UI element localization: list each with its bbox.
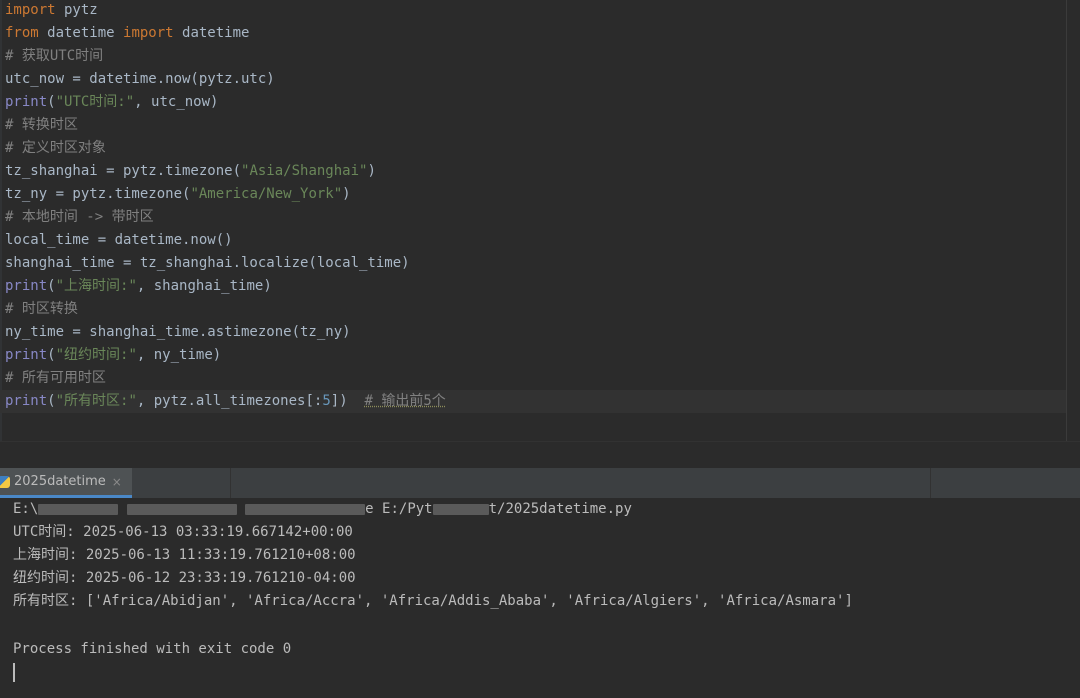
code-token: )	[367, 163, 376, 179]
code-token: print	[5, 94, 48, 110]
code-line[interactable]: # 时区转换	[5, 298, 1065, 321]
code-token: # 时区转换	[5, 301, 78, 317]
redacted-block	[245, 503, 366, 515]
code-token: "上海时间:"	[55, 278, 137, 294]
code-token: from	[5, 25, 39, 41]
code-token: local_time = datetime.now()	[5, 232, 233, 248]
code-token: "纽约时间:"	[55, 347, 137, 363]
code-token: , shanghai_time)	[136, 278, 272, 294]
command-mid: e E:/Pyt	[365, 501, 433, 517]
code-token: (	[47, 94, 56, 110]
run-console[interactable]: E:\ e E:/Pyt t/2025datetime.py UTC时间: 202…	[0, 498, 1080, 698]
code-line[interactable]: # 转换时区	[5, 114, 1065, 137]
code-line[interactable]: tz_ny = pytz.timezone("America/New_York"…	[5, 183, 1065, 206]
code-token: 5	[322, 393, 331, 409]
code-token: # 所有可用时区	[5, 370, 106, 386]
code-token: # 定义时区对象	[5, 140, 106, 156]
command-suffix: t/2025datetime.py	[488, 501, 632, 517]
code-line[interactable]: ny_time = shanghai_time.astimezone(tz_ny…	[5, 321, 1065, 344]
code-line[interactable]: # 所有可用时区	[5, 367, 1065, 390]
code-token: datetime	[173, 25, 250, 41]
editor-bottom-area	[0, 441, 1080, 469]
code-token: print	[5, 278, 48, 294]
code-line[interactable]: shanghai_time = tz_shanghai.localize(loc…	[5, 252, 1065, 275]
code-line[interactable]: local_time = datetime.now()	[5, 229, 1065, 252]
code-line[interactable]: print("所有时区:", pytz.all_timezones[:5]) #…	[0, 390, 1066, 413]
code-token: utc_now = datetime.now(pytz.utc)	[5, 71, 275, 87]
code-line[interactable]: # 定义时区对象	[5, 137, 1065, 160]
code-token: (	[47, 347, 56, 363]
code-line[interactable]: print("纽约时间:", ny_time)	[5, 344, 1065, 367]
gutter-edge	[0, 0, 2, 441]
command-prefix: E:\	[13, 501, 39, 517]
code-line[interactable]: # 获取UTC时间	[5, 45, 1065, 68]
code-line[interactable]: utc_now = datetime.now(pytz.utc)	[5, 68, 1065, 91]
code-line[interactable]: # 本地时间 -> 带时区	[5, 206, 1065, 229]
console-output-line: 纽约时间: 2025-06-12 23:33:19.761210-04:00	[13, 570, 356, 586]
code-token: "Asia/Shanghai"	[241, 163, 368, 179]
console-output-line: 所有时区: ['Africa/Abidjan', 'Africa/Accra',…	[13, 593, 853, 609]
code-token: "UTC时间:"	[55, 94, 135, 110]
code-token: tz_ny = pytz.timezone(	[5, 186, 191, 202]
code-token: datetime	[38, 25, 124, 41]
code-token: ])	[330, 393, 365, 409]
code-token: print	[5, 393, 48, 409]
run-tool-window-tabbar: 2025datetime ×	[0, 468, 1080, 499]
console-command-line: E:\ e E:/Pyt t/2025datetime.py	[13, 498, 632, 521]
redacted-block	[38, 503, 119, 515]
code-token: ny_time = shanghai_time.astimezone(tz_ny…	[5, 324, 351, 340]
console-output-line: UTC时间: 2025-06-13 03:33:19.667142+00:00	[13, 524, 353, 540]
code-token: "所有时区:"	[55, 393, 137, 409]
code-token: # 输出前5个	[364, 393, 446, 409]
redacted-block	[126, 503, 237, 515]
code-token: # 转换时区	[5, 117, 78, 133]
code-line[interactable]: tz_shanghai = pytz.timezone("Asia/Shangh…	[5, 160, 1065, 183]
code-token: # 获取UTC时间	[5, 48, 104, 64]
run-tab-2025datetime[interactable]: 2025datetime ×	[0, 468, 132, 498]
close-icon[interactable]: ×	[112, 475, 122, 489]
code-token: import	[5, 2, 56, 18]
code-token: shanghai_time = tz_shanghai.localize(loc…	[5, 255, 410, 271]
code-token: , utc_now)	[134, 94, 219, 110]
run-tab-label: 2025datetime	[14, 474, 106, 489]
code-token: tz_shanghai = pytz.timezone(	[5, 163, 242, 179]
code-line[interactable]: from datetime import datetime	[5, 22, 1065, 45]
python-file-icon	[0, 475, 10, 488]
code-editor[interactable]: import pytz from datetime import datetime…	[0, 0, 1080, 441]
code-token: "America/New_York"	[190, 186, 343, 202]
right-margin-guide	[1066, 0, 1067, 441]
code-line[interactable]: print("UTC时间:", utc_now)	[5, 91, 1065, 114]
console-text-cursor	[13, 663, 15, 682]
code-token: , ny_time)	[136, 347, 222, 363]
code-token: print	[5, 347, 48, 363]
redacted-block	[432, 503, 489, 515]
console-output-line: 上海时间: 2025-06-13 11:33:19.761210+08:00	[13, 547, 356, 563]
code-token: pytz	[55, 2, 98, 18]
code-token: )	[342, 186, 351, 202]
code-token: (	[47, 393, 56, 409]
code-token: # 本地时间 -> 带时区	[5, 209, 154, 225]
code-token: , pytz.all_timezones[:	[136, 393, 323, 409]
code-token: import	[123, 25, 174, 41]
console-exit-message: Process finished with exit code 0	[13, 641, 292, 657]
tab-divider	[930, 468, 931, 498]
code-line[interactable]: import pytz	[5, 0, 1065, 22]
tab-divider	[230, 468, 231, 498]
code-line[interactable]: print("上海时间:", shanghai_time)	[5, 275, 1065, 298]
code-token: (	[47, 278, 56, 294]
